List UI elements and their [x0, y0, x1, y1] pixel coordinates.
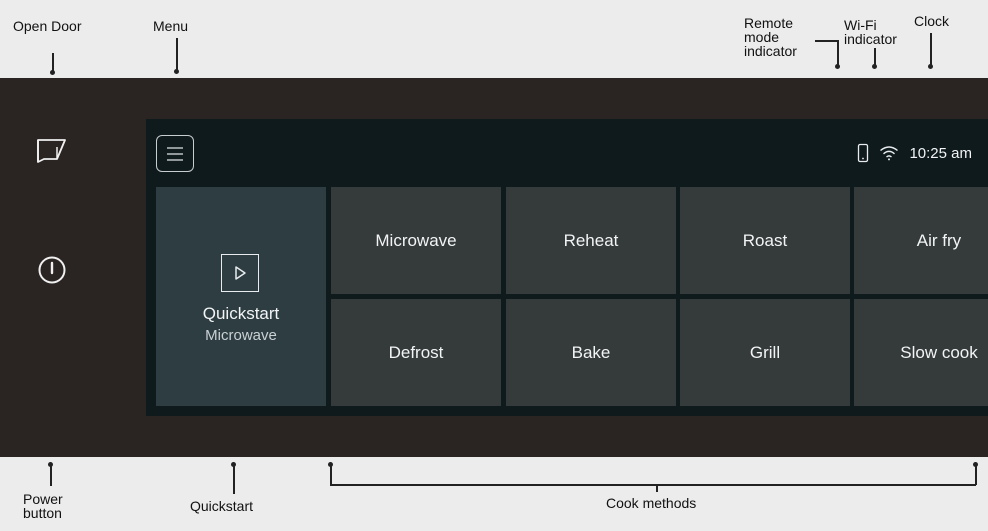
callout-menu: Menu	[153, 18, 189, 34]
cook-method-label: Defrost	[388, 342, 444, 362]
callout-open-door: Open Door	[13, 18, 82, 34]
phone-icon	[858, 143, 869, 163]
leader-dot-remote	[835, 64, 840, 69]
leader-dot-clock	[928, 64, 933, 69]
cook-method-label: Slow cook	[900, 342, 978, 362]
leader-dot-menu	[174, 69, 179, 74]
bracket-left	[330, 466, 332, 485]
cook-method-microwave[interactable]: Microwave	[331, 187, 501, 294]
cook-method-reheat[interactable]: Reheat	[506, 187, 676, 294]
wifi-icon	[880, 146, 899, 161]
quickstart-title: Quickstart	[202, 304, 280, 323]
cook-method-label: Microwave	[375, 230, 457, 250]
leader-line-power	[50, 466, 52, 486]
play-icon	[235, 266, 246, 280]
quickstart-tile[interactable]: Quickstart Microwave	[156, 187, 326, 406]
callout-remote-mode: Remote mode indicator	[744, 15, 797, 59]
open-door-button[interactable]	[34, 136, 70, 166]
power-icon	[38, 256, 66, 284]
bracket-tick	[656, 484, 658, 492]
leader-line-remote-vertical	[837, 40, 839, 66]
cook-method-roast[interactable]: Roast	[680, 187, 850, 294]
callout-wifi: Wi-Fi indicator	[844, 17, 897, 47]
bracket-bottom	[330, 484, 976, 486]
cook-method-label: Reheat	[563, 230, 619, 250]
leader-line-menu	[176, 38, 178, 70]
leader-line-clock	[930, 33, 932, 65]
callout-cook-methods: Cook methods	[606, 495, 697, 511]
cook-method-defrost[interactable]: Defrost	[331, 299, 501, 406]
leader-dot-open-door	[50, 70, 55, 75]
cook-method-label: Air fry	[916, 230, 962, 250]
quickstart-subtitle: Microwave	[205, 327, 277, 344]
cook-method-label: Bake	[571, 342, 611, 362]
bracket-right	[975, 466, 977, 485]
hamburger-menu-icon	[167, 146, 183, 161]
callout-quickstart: Quickstart	[190, 498, 254, 514]
cook-method-label: Roast	[742, 230, 788, 250]
callout-power-button: Power button	[23, 491, 63, 521]
play-frame	[221, 254, 259, 292]
cook-method-bake[interactable]: Bake	[506, 299, 676, 406]
status-bar: 10:25 am	[857, 141, 972, 165]
touch-screen: 10:25 am Quickstart Microwave Microwave …	[146, 119, 988, 416]
leader-dot-wifi	[872, 64, 877, 69]
leader-line-remote-horizontal	[815, 40, 837, 42]
clock: 10:25 am	[909, 144, 972, 162]
cook-method-grill[interactable]: Grill	[680, 299, 850, 406]
leader-line-open-door	[52, 53, 54, 71]
callout-clock: Clock	[914, 13, 950, 29]
leader-line-quickstart	[233, 466, 235, 494]
leader-line-wifi	[874, 48, 876, 65]
cook-method-slow-cook[interactable]: Slow cook	[854, 299, 988, 406]
open-door-icon	[37, 139, 66, 163]
cook-method-label: Grill	[749, 342, 781, 362]
power-button[interactable]	[34, 252, 70, 288]
menu-button[interactable]	[156, 135, 194, 172]
cook-method-air-fry[interactable]: Air fry	[854, 187, 988, 294]
